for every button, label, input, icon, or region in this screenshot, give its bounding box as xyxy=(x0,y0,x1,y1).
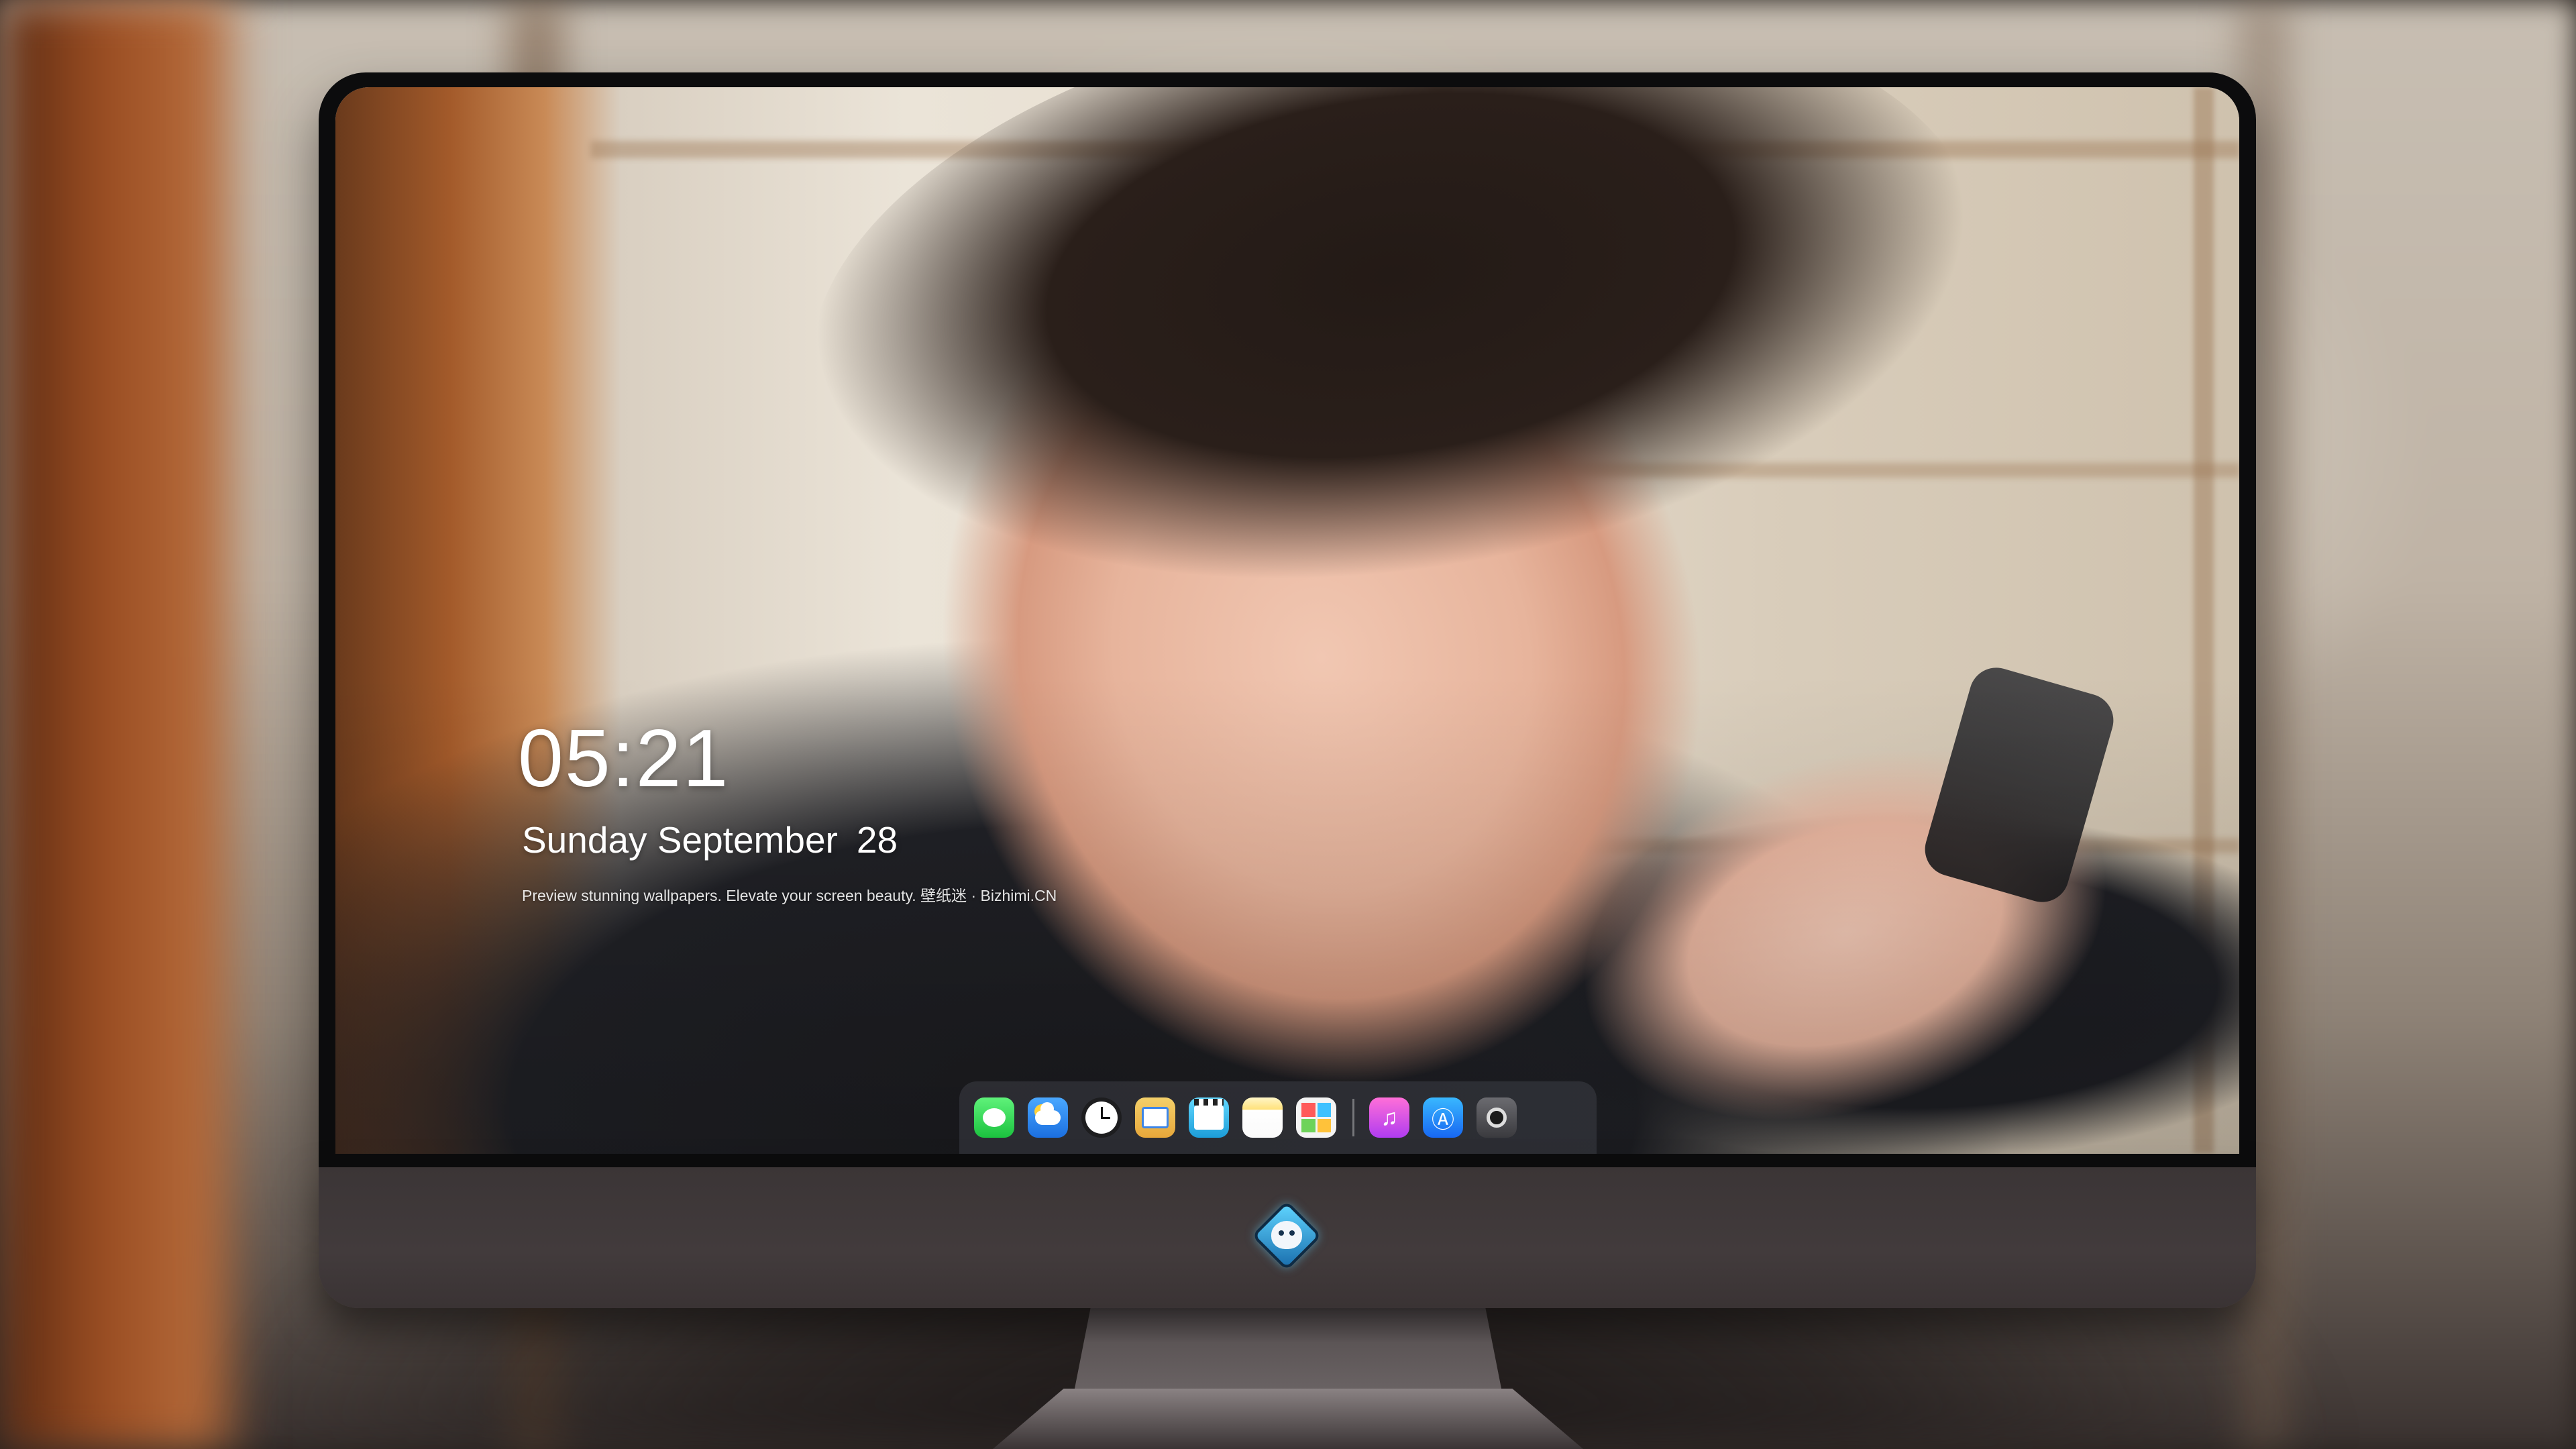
music-note-icon[interactable]: ♫ xyxy=(1369,1097,1409,1138)
weather-icon[interactable] xyxy=(1028,1097,1068,1138)
date-weekday-month: Sunday September xyxy=(522,819,838,861)
clapperboard-icon[interactable] xyxy=(1189,1097,1229,1138)
logo-mascot-face xyxy=(1271,1221,1302,1249)
lock-screen-tagline: Preview stunning wallpapers. Elevate you… xyxy=(522,887,1057,904)
clock-icon[interactable] xyxy=(1081,1097,1122,1138)
dock: ♫ Ⓐ xyxy=(959,1081,1597,1154)
monitor-screen: 05:21 Sunday September 28 Preview stunnin… xyxy=(335,87,2239,1154)
clock-face xyxy=(1085,1102,1118,1134)
weather-cloud xyxy=(1035,1102,1061,1125)
preview-frame xyxy=(1142,1107,1169,1128)
lock-screen-clock: 05:21 xyxy=(518,712,730,804)
date-day: 28 xyxy=(856,819,898,861)
camera-icon[interactable] xyxy=(1477,1097,1517,1138)
lock-screen-date: Sunday September 28 xyxy=(522,818,898,861)
notes-icon[interactable] xyxy=(1242,1097,1283,1138)
photos-icon[interactable] xyxy=(1296,1097,1336,1138)
messages-bubble xyxy=(983,1108,1006,1127)
photos-grid xyxy=(1301,1103,1331,1132)
brand-logo-icon xyxy=(1251,1200,1322,1271)
dock-separator xyxy=(1352,1099,1354,1136)
camera-lens xyxy=(1487,1108,1507,1128)
monitor-stand-foot xyxy=(993,1389,1583,1449)
messages-icon[interactable] xyxy=(974,1097,1014,1138)
clapperboard xyxy=(1194,1099,1224,1130)
app-store-icon[interactable]: Ⓐ xyxy=(1423,1097,1463,1138)
monitor-stand-neck xyxy=(1073,1308,1503,1395)
preview-icon[interactable] xyxy=(1135,1097,1175,1138)
wallpaper-vignette xyxy=(335,87,2239,1154)
